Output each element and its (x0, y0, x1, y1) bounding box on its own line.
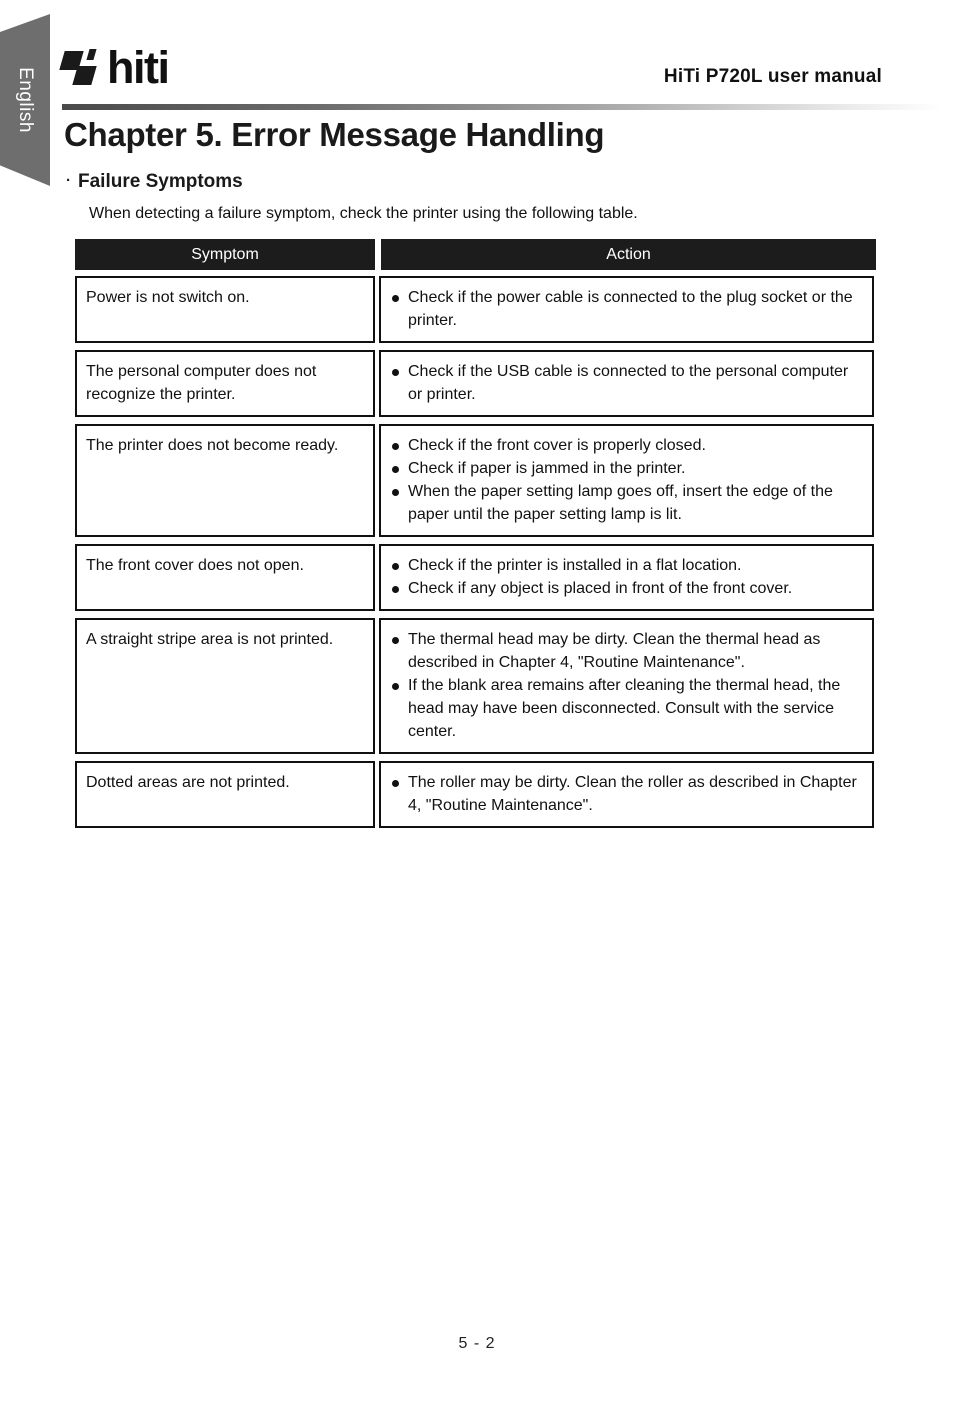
language-tab-label: English (15, 67, 36, 133)
symptom-cell: A straight stripe area is not printed. (75, 618, 375, 754)
action-cell: Check if the printer is installed in a f… (379, 544, 874, 611)
action-cell: Check if the USB cable is connected to t… (379, 350, 874, 417)
action-cell: Check if the front cover is properly clo… (379, 424, 874, 537)
hiti-logo-wordmark: hiti (107, 42, 170, 93)
action-list: The roller may be dirty. Clean the rolle… (390, 771, 863, 817)
table-header-row: Symptom Action (75, 239, 876, 270)
action-cell: Check if the power cable is connected to… (379, 276, 874, 343)
failure-symptoms-table: Symptom Action Power is not switch on. Ch… (75, 239, 876, 835)
action-item: If the blank area remains after cleaning… (390, 674, 863, 743)
table-body: Power is not switch on. Check if the powe… (75, 276, 876, 828)
section-title: · Failure Symptoms (66, 171, 243, 193)
column-header-symptom: Symptom (75, 239, 375, 270)
hiti-logo-mark-icon (59, 49, 104, 87)
manual-title: HiTi P720L user manual (663, 66, 882, 87)
action-item: When the paper setting lamp goes off, in… (390, 480, 863, 526)
action-list: Check if the USB cable is connected to t… (390, 360, 863, 406)
column-header-action: Action (381, 239, 876, 270)
page-number: 5 - 2 (458, 1335, 496, 1352)
action-item: The thermal head may be dirty. Clean the… (390, 628, 863, 674)
chapter-title: Chapter 5. Error Message Handling (64, 116, 605, 153)
action-cell: The thermal head may be dirty. Clean the… (379, 618, 874, 754)
symptom-cell: The personal computer does not recognize… (75, 350, 375, 417)
table-row: A straight stripe area is not printed. Th… (75, 618, 876, 754)
action-list: Check if the printer is installed in a f… (390, 554, 863, 600)
action-item: Check if paper is jammed in the printer. (390, 457, 863, 480)
action-item: Check if the power cable is connected to… (390, 286, 863, 332)
table-row: The printer does not become ready. Check … (75, 424, 876, 537)
action-item: The roller may be dirty. Clean the rolle… (390, 771, 863, 817)
table-row: Power is not switch on. Check if the powe… (75, 276, 876, 343)
symptom-cell: Dotted areas are not printed. (75, 761, 375, 828)
symptom-cell: The front cover does not open. (75, 544, 375, 611)
table-row: Dotted areas are not printed. The roller … (75, 761, 876, 828)
table-row: The personal computer does not recognize… (75, 350, 876, 417)
action-item: Check if any object is placed in front o… (390, 577, 863, 600)
language-tab: English (0, 14, 50, 186)
action-item: Check if the USB cable is connected to t… (390, 360, 863, 406)
action-item: Check if the printer is installed in a f… (390, 554, 863, 577)
section-bullet-icon: · (66, 172, 71, 189)
symptom-cell: The printer does not become ready. (75, 424, 375, 537)
action-list: Check if the front cover is properly clo… (390, 434, 863, 526)
intro-text: When detecting a failure symptom, check … (89, 205, 638, 222)
action-cell: The roller may be dirty. Clean the rolle… (379, 761, 874, 828)
symptom-cell: Power is not switch on. (75, 276, 375, 343)
header-divider (62, 104, 942, 110)
action-item: Check if the front cover is properly clo… (390, 434, 863, 457)
section-title-text: Failure Symptoms (78, 171, 243, 192)
hiti-logo: hiti (59, 42, 170, 93)
action-list: The thermal head may be dirty. Clean the… (390, 628, 863, 743)
action-list: Check if the power cable is connected to… (390, 286, 863, 332)
table-row: The front cover does not open. Check if t… (75, 544, 876, 611)
